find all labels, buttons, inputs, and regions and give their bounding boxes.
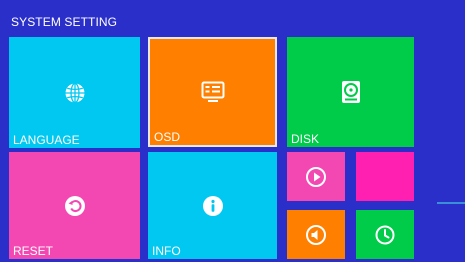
hard-disk-icon	[341, 80, 361, 104]
tile-blank[interactable]	[356, 152, 414, 201]
display-icon	[201, 81, 225, 103]
info-icon	[202, 195, 224, 217]
tile-language[interactable]: LANGUAGE	[9, 37, 140, 148]
volume-icon	[306, 224, 326, 245]
tile-play[interactable]	[287, 152, 345, 201]
tile-disk-label: DISK	[291, 132, 320, 146]
globe-icon	[64, 82, 86, 104]
tile-reset[interactable]: RESET	[9, 152, 140, 259]
accent-line	[437, 202, 465, 204]
tile-info-label: INFO	[152, 244, 181, 258]
tile-osd-label: OSD	[154, 130, 181, 144]
tile-osd[interactable]: OSD	[148, 37, 277, 147]
tile-language-label: LANGUAGE	[13, 133, 80, 147]
tile-volume[interactable]	[287, 210, 345, 259]
system-setting-screen: SYSTEM SETTING LANGUAGE OSD DISK RESET I…	[0, 0, 465, 262]
tile-disk[interactable]: DISK	[287, 37, 414, 147]
page-title: SYSTEM SETTING	[11, 15, 118, 29]
tile-clock[interactable]	[356, 210, 414, 259]
tile-info[interactable]: INFO	[148, 152, 277, 259]
tile-reset-label: RESET	[13, 244, 54, 258]
play-icon	[306, 166, 326, 187]
reset-icon	[64, 195, 86, 217]
clock-icon	[375, 225, 395, 245]
